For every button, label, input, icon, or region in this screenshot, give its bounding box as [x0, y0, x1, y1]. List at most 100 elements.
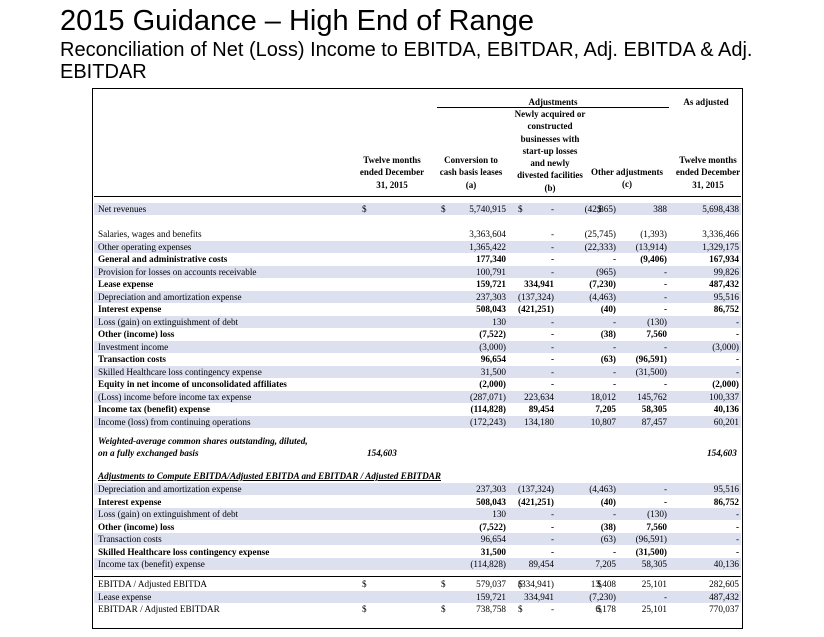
table-row: General and administrative costs 177,340 -…: [94, 253, 741, 265]
cell-col5: -: [735, 521, 739, 532]
cell-col4: 7,560: [646, 521, 667, 532]
row-label: Other (income) loss: [98, 329, 175, 339]
total-row: EBITDAR / Adjusted EBITDAR 738,758-6,178 2…: [94, 603, 741, 615]
cell-col4: 145,762: [637, 391, 667, 402]
row-label: Net revenues: [98, 204, 147, 214]
cell-col3: -: [612, 341, 616, 352]
cell-col5: (2,000): [712, 379, 739, 389]
dollar-sign: $: [518, 579, 523, 589]
table-row: Equity in net income of unconsolidated a…: [94, 378, 741, 390]
row-label: EBITDA / Adjusted EBITDA: [98, 579, 207, 589]
page-subtitle: Reconciliation of Net (Loss) Income to E…: [60, 39, 753, 83]
cell-col4: 25,101: [641, 604, 667, 614]
cell-col4: -: [663, 341, 667, 352]
cell-col1: 508,043: [476, 304, 506, 314]
cell-col1: (114,828): [470, 404, 506, 414]
cell-col3: -: [612, 546, 616, 557]
section-title-adjustments: Adjustments to Compute EBITDA/Adjusted E…: [98, 471, 441, 481]
cell-col5: -: [735, 366, 739, 377]
adjustment-row: Other (income) loss (7,522) - (38) 7,560 -: [94, 521, 741, 533]
cell-col5: -: [735, 546, 739, 557]
cell-col1: 237,303: [476, 484, 506, 494]
cell-col1: 579,037: [476, 579, 506, 589]
dollar-sign: $: [362, 579, 367, 589]
cell-col2: 89,454: [528, 404, 554, 414]
row-label: Loss (gain) on extinguishment of debt: [98, 509, 239, 519]
cell-col3: 18,012: [590, 391, 616, 402]
cell-col1: 159,721: [476, 591, 506, 602]
cell-col3: 13,408: [590, 579, 616, 589]
cell-col5: 487,432: [709, 591, 739, 602]
row-label: Skilled Healthcare loss contingency expe…: [98, 546, 270, 557]
adjustment-row: Loss (gain) on extinguishment of debt 130…: [94, 508, 741, 521]
table-row: Net revenues 5,740,915- (42,865) 388 5,698,4…: [94, 203, 741, 216]
cell-col3: (25,745): [584, 229, 616, 239]
table-row: Provision for losses on accounts receiva…: [94, 265, 741, 278]
total-row: Lease expense 159,721 334,941 (7,230) - 487,4…: [94, 590, 741, 603]
cell-col1: 96,654: [480, 354, 506, 364]
cell-col3: (7,230): [589, 279, 616, 289]
cell-col2: -: [550, 204, 554, 214]
cell-col1: 100,791: [476, 266, 506, 277]
cell-col1: 130: [492, 509, 506, 519]
row-label: Equity in net income of unconsolidated a…: [98, 379, 287, 389]
table-row: Other (income) loss (7,522) - (38) 7,560 -: [94, 328, 741, 340]
dollar-sign: $: [518, 604, 523, 614]
cell-col4: -: [663, 484, 667, 494]
cell-col5: 167,934: [709, 254, 739, 264]
cell-col4: (13,914): [635, 241, 667, 252]
dollar-sign: $: [441, 604, 446, 614]
cell-col5: (3,000): [712, 341, 739, 352]
cell-col4: (31,500): [635, 366, 667, 377]
cell-col3: (40): [600, 304, 616, 314]
row-label: Skilled Healthcare loss contingency expe…: [98, 366, 262, 377]
cell-col5: 100,337: [709, 391, 739, 402]
cell-col2: -: [550, 534, 554, 544]
table-row: Depreciation and amortization expense 237…: [94, 290, 741, 303]
cell-col4: 7,560: [646, 329, 667, 339]
cell-col3: (63): [600, 534, 616, 544]
cell-col3: (22,333): [584, 241, 616, 252]
table-row: Transaction costs 96,654 - (63) (96,591) -: [94, 353, 741, 365]
cell-col1: 96,654: [480, 534, 506, 544]
cell-col2: -: [550, 354, 554, 364]
cell-col2: -: [550, 229, 554, 239]
cell-col1: 237,303: [476, 291, 506, 302]
cell-col5: 99,826: [713, 266, 739, 277]
row-label: Interest expense: [98, 496, 162, 507]
table-row: Income (loss) from continuing operations…: [94, 415, 741, 428]
table-row: Other operating expenses 1,365,422 - (22,33…: [94, 240, 741, 253]
cell-col4: -: [663, 496, 667, 507]
cell-col1: (114,828): [470, 559, 506, 569]
cell-col2: 223,634: [524, 391, 554, 402]
dollar-sign: $: [597, 579, 602, 589]
dollar-sign: $: [597, 204, 602, 214]
cell-col1: 3,363,604: [469, 229, 506, 239]
cell-col3: 10,807: [590, 416, 616, 427]
totals-top-rule: [94, 576, 741, 577]
table-row: Lease expense 159,721 334,941 (7,230) - 487,4…: [94, 278, 741, 290]
cell-col2: -: [550, 266, 554, 277]
cell-col2: 334,941: [524, 279, 554, 289]
cell-col5: -: [735, 329, 739, 339]
row-label: Investment income: [98, 341, 169, 352]
cell-col5: -: [735, 354, 739, 364]
cell-col3: 7,205: [595, 559, 616, 569]
row-label: Provision for losses on accounts receiva…: [98, 266, 257, 277]
cell-col1: 177,340: [476, 254, 506, 264]
row-label: Transaction costs: [98, 354, 166, 364]
cell-col5: 40,136: [713, 559, 739, 569]
cell-col5: -: [735, 534, 739, 544]
table-row: Salaries, wages and benefits 3,363,604 - (2…: [94, 228, 741, 240]
row-label: Lease expense: [98, 591, 152, 602]
weighted-shares-value-reported: 154,603: [367, 448, 397, 458]
header-col4: Other adjustments (c): [590, 167, 664, 190]
dollar-sign: $: [441, 579, 446, 589]
adjustment-row: Skilled Healthcare loss contingency expe…: [94, 546, 741, 558]
table-row: Investment income (3,000) - - - (3,000): [94, 340, 741, 353]
dollar-sign: $: [362, 604, 367, 614]
header-bottom-rule: [94, 196, 741, 197]
cell-col3: 7,205: [595, 404, 616, 414]
cell-col5: -: [735, 316, 739, 327]
cell-col4: (96,591): [635, 354, 667, 364]
